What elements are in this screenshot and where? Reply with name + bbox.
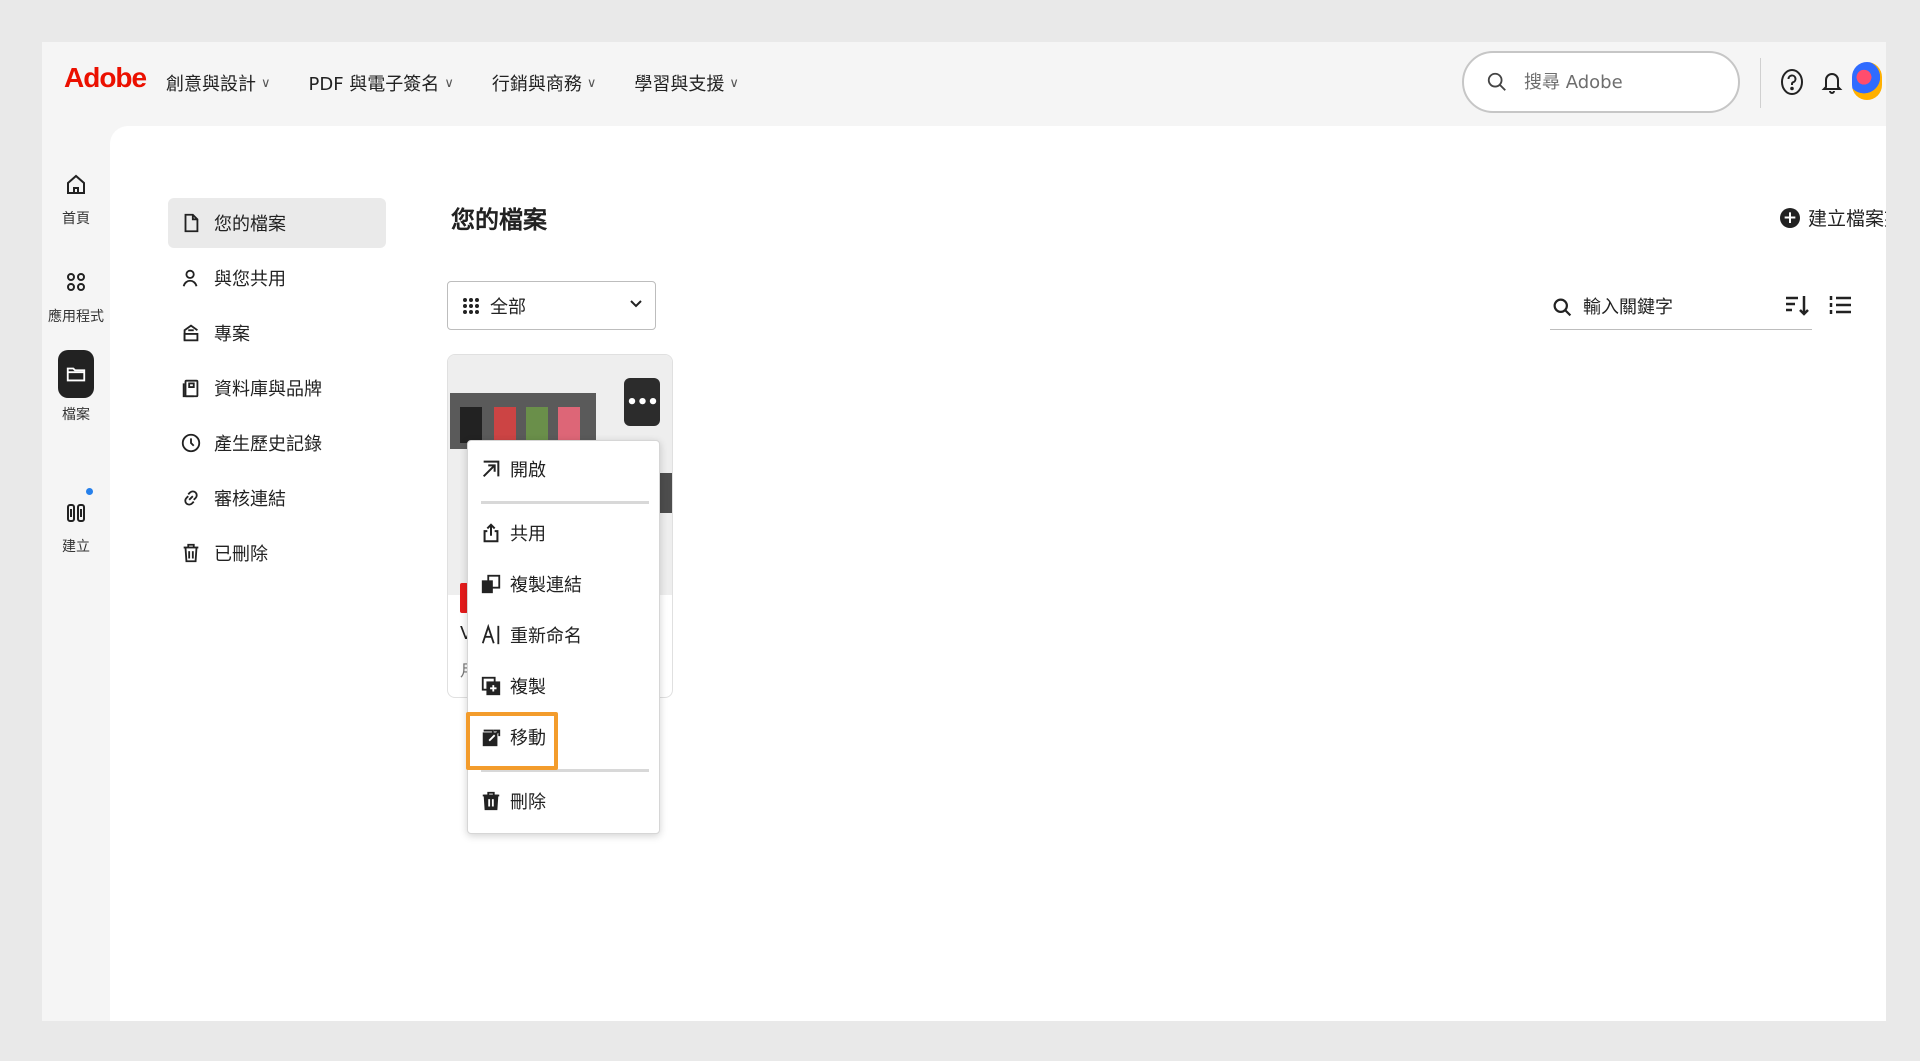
share-icon bbox=[483, 523, 499, 543]
thumbnail-image bbox=[658, 473, 672, 513]
menu-separator bbox=[481, 769, 649, 772]
create-folder-button[interactable]: + 建立檔案夾 bbox=[1780, 204, 1886, 231]
search-icon bbox=[1487, 72, 1506, 91]
avatar[interactable] bbox=[1852, 62, 1882, 100]
more-options-button[interactable]: ••• bbox=[624, 378, 660, 426]
folder-icon bbox=[58, 350, 94, 398]
rail-label: 檔案 bbox=[62, 407, 90, 423]
nav-label: 學習與支援 bbox=[634, 74, 725, 95]
nav-creative-design[interactable]: 創意與設計 ∨ bbox=[166, 70, 271, 96]
library-icon bbox=[182, 379, 199, 398]
nav-label: 行銷與商務 bbox=[491, 74, 582, 95]
menu-item-share[interactable]: 共用 bbox=[468, 513, 659, 553]
plus-circle-icon: + bbox=[1780, 207, 1800, 228]
menu-item-copy-link[interactable]: 複製連結 bbox=[468, 564, 659, 604]
menu-label: 開啟 bbox=[510, 460, 546, 481]
chevron-down-icon bbox=[630, 300, 642, 308]
sidenav-item-deleted[interactable]: 已刪除 bbox=[168, 528, 386, 578]
notification-dot bbox=[86, 488, 93, 495]
nav-marketing-commerce[interactable]: 行銷與商務 ∨ bbox=[492, 70, 597, 96]
rail-home[interactable]: 首頁 bbox=[42, 166, 110, 228]
create-icon bbox=[58, 494, 94, 530]
rename-icon bbox=[481, 624, 500, 645]
menu-label: 複製連結 bbox=[510, 575, 582, 596]
menu-label: 重新命名 bbox=[510, 626, 582, 647]
rail-apps[interactable]: 應用程式 bbox=[42, 264, 110, 326]
ellipsis-icon: ••• bbox=[626, 391, 659, 413]
duplicate-icon bbox=[481, 676, 501, 696]
top-bar: Adobe 創意與設計 ∨ PDF 與電子簽名 ∨ 行銷與商務 ∨ 學習與支援 … bbox=[42, 42, 1886, 126]
adobe-logo[interactable]: Adobe bbox=[64, 62, 147, 94]
file-icon bbox=[184, 213, 199, 233]
sidenav-label: 專案 bbox=[214, 324, 250, 345]
chevron-down-icon: ∨ bbox=[729, 75, 739, 91]
chevron-down-icon: ∨ bbox=[261, 75, 271, 91]
nav-label: PDF 與電子簽名 bbox=[308, 74, 440, 95]
rail-files[interactable]: 檔案 bbox=[42, 350, 110, 424]
nav-pdf-esign[interactable]: PDF 與電子簽名 ∨ bbox=[309, 70, 454, 96]
menu-item-delete[interactable]: 刪除 bbox=[468, 781, 659, 821]
apps-icon bbox=[58, 264, 94, 300]
menu-label: 移動 bbox=[510, 728, 546, 749]
filter-value: 全部 bbox=[490, 296, 526, 318]
file-type-filter[interactable]: 全部 bbox=[447, 281, 656, 330]
trash-icon bbox=[183, 543, 199, 563]
menu-item-duplicate[interactable]: 複製 bbox=[468, 666, 659, 706]
sidenav-label: 您的檔案 bbox=[214, 214, 286, 235]
nav-learn-support[interactable]: 學習與支援 ∨ bbox=[634, 70, 739, 96]
history-icon bbox=[181, 433, 201, 453]
help-icon[interactable] bbox=[1778, 68, 1806, 96]
sidenav-item-shared[interactable]: 與您共用 bbox=[168, 253, 386, 303]
sort-icon[interactable] bbox=[1784, 292, 1810, 318]
sidenav-item-projects[interactable]: 專案 bbox=[168, 308, 386, 358]
sidenav-label: 產生歷史記錄 bbox=[214, 434, 322, 455]
project-icon bbox=[183, 324, 199, 342]
files-sidenav: 您的檔案 與您共用 專案 資料庫與品牌 產生歷史記錄 審核連結 已刪除 bbox=[168, 198, 386, 583]
search-icon bbox=[1553, 298, 1572, 317]
bell-icon[interactable] bbox=[1818, 68, 1846, 96]
sidenav-label: 審核連結 bbox=[214, 489, 286, 510]
menu-label: 複製 bbox=[510, 677, 546, 698]
keyword-search[interactable] bbox=[1550, 286, 1812, 330]
menu-item-move[interactable]: 移動 bbox=[468, 717, 659, 757]
sidenav-item-your-files[interactable]: 您的檔案 bbox=[168, 198, 386, 248]
chevron-down-icon: ∨ bbox=[444, 75, 454, 91]
create-folder-label: 建立檔案夾 bbox=[1808, 208, 1886, 230]
divider bbox=[1760, 58, 1761, 108]
sidenav-item-history[interactable]: 產生歷史記錄 bbox=[168, 418, 386, 468]
sidenav-label: 已刪除 bbox=[214, 544, 268, 565]
move-icon bbox=[482, 729, 501, 747]
top-nav: 創意與設計 ∨ PDF 與電子簽名 ∨ 行銷與商務 ∨ 學習與支援 ∨ bbox=[166, 70, 777, 96]
sidenav-label: 資料庫與品牌 bbox=[214, 379, 322, 400]
page-title: 您的檔案 bbox=[451, 206, 547, 234]
menu-item-rename[interactable]: 重新命名 bbox=[468, 615, 659, 655]
adobe-search-input[interactable] bbox=[1524, 71, 1724, 93]
shared-user-icon bbox=[182, 269, 198, 287]
sidenav-item-review-links[interactable]: 審核連結 bbox=[168, 473, 386, 523]
menu-label: 刪除 bbox=[510, 792, 546, 813]
sidenav-item-libraries[interactable]: 資料庫與品牌 bbox=[168, 363, 386, 413]
home-icon bbox=[58, 166, 94, 202]
grid-icon bbox=[463, 297, 479, 314]
menu-item-open[interactable]: 開啟 bbox=[468, 449, 659, 489]
file-context-menu: 開啟 共用 複製連結 重新命名 複製 移動 刪除 bbox=[467, 440, 660, 834]
delete-icon bbox=[482, 791, 500, 811]
rail-label: 應用程式 bbox=[48, 309, 104, 325]
rail-label: 建立 bbox=[62, 539, 90, 555]
adobe-search[interactable] bbox=[1462, 51, 1740, 113]
chevron-down-icon: ∨ bbox=[586, 75, 597, 91]
menu-separator bbox=[481, 501, 649, 504]
sidenav-label: 與您共用 bbox=[214, 269, 286, 290]
keyword-input[interactable] bbox=[1583, 297, 1803, 318]
copy-link-icon bbox=[481, 574, 501, 594]
app-window: Adobe 創意與設計 ∨ PDF 與電子簽名 ∨ 行銷與商務 ∨ 學習與支援 … bbox=[42, 42, 1886, 1021]
menu-label: 共用 bbox=[510, 524, 546, 545]
open-icon bbox=[482, 460, 500, 478]
link-icon bbox=[184, 490, 198, 506]
nav-label: 創意與設計 bbox=[166, 74, 256, 95]
rail-create[interactable]: 建立 bbox=[42, 494, 110, 556]
list-view-icon[interactable] bbox=[1828, 292, 1854, 318]
rail-label: 首頁 bbox=[62, 211, 90, 227]
